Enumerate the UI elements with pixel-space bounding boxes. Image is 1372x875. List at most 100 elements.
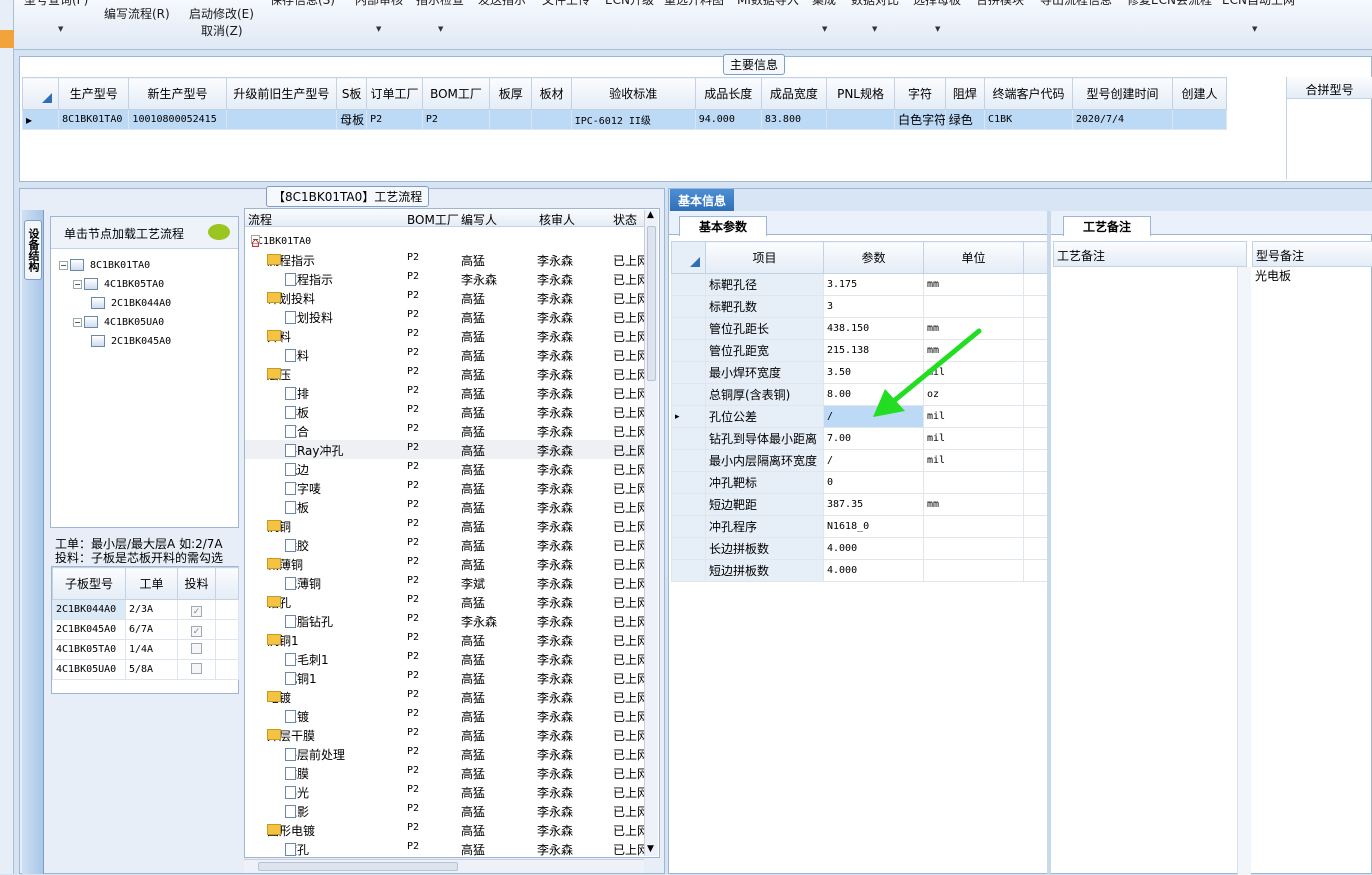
flow-row[interactable]: 打字唛 P2 高猛 李永森 已上网 bbox=[245, 478, 655, 497]
table-cell[interactable]: 83.800 bbox=[760, 109, 827, 130]
table-cell[interactable]: C1BK bbox=[984, 109, 1073, 130]
toolbar-button[interactable]: 内部审核 bbox=[355, 0, 403, 8]
flow-row[interactable]: 铣边 P2 高猛 李永森 已上网 bbox=[245, 459, 655, 478]
flow-row[interactable]: 沉铜1 P2 高猛 李永森 已上网 bbox=[245, 668, 655, 687]
dropdown-arrow-icon[interactable]: ▼ bbox=[438, 25, 443, 33]
column-header[interactable]: 成品宽度 bbox=[760, 77, 827, 110]
column-header[interactable]: BOM工厂 bbox=[421, 77, 491, 110]
dropdown-arrow-icon[interactable]: ▼ bbox=[58, 25, 63, 33]
flow-row[interactable]: −图形电镀P2高猛李永森已上网 bbox=[245, 820, 655, 839]
flow-row[interactable]: 减薄铜 P2 李斌 李永森 已上网 bbox=[245, 573, 655, 592]
table-cell[interactable]: 白色字符 bbox=[894, 109, 946, 130]
column-header[interactable]: 流程 bbox=[248, 211, 272, 228]
column-header[interactable]: 创建人 bbox=[1172, 77, 1227, 110]
table-cell[interactable]: P2 bbox=[421, 109, 491, 130]
column-header[interactable]: 新生产型号 bbox=[128, 77, 227, 110]
checked-icon[interactable]: ✓ bbox=[191, 605, 202, 617]
toolbar-button[interactable]: 重选开料图 bbox=[664, 0, 724, 8]
column-header[interactable]: 阻焊 bbox=[944, 77, 986, 110]
dropdown-arrow-icon[interactable]: ▼ bbox=[872, 25, 877, 33]
feed-checkbox[interactable]: ✓ bbox=[177, 619, 216, 640]
table-cell[interactable] bbox=[531, 109, 572, 130]
column-header[interactable]: 板厚 bbox=[489, 77, 533, 110]
column-header[interactable]: 投料 bbox=[177, 567, 216, 600]
column-header[interactable]: 生产型号 bbox=[58, 77, 130, 110]
flow-row[interactable]: 板镀 P2 高猛 李永森 已上网 bbox=[245, 706, 655, 725]
hscroll-thumb[interactable] bbox=[258, 862, 458, 871]
flow-row[interactable]: −沉铜1P2高猛李永森已上网 bbox=[245, 630, 655, 649]
flow-row[interactable]: 开料 P2 高猛 李永森 已上网 bbox=[245, 345, 655, 364]
table-cell[interactable]: 94.000 bbox=[694, 109, 762, 130]
edit-flow-button[interactable]: 编写流程(R) bbox=[104, 5, 170, 22]
sub-model-cell[interactable]: 4C1BK05UA0 bbox=[52, 659, 126, 680]
sub-order-cell[interactable]: 1/4A bbox=[125, 639, 178, 660]
flow-row[interactable]: 显影 P2 高猛 李永森 已上网 bbox=[245, 801, 655, 820]
flow-row[interactable]: 压合 P2 高猛 李永森 已上网 bbox=[245, 421, 655, 440]
tab-basic-params[interactable]: 基本参数 bbox=[679, 216, 767, 236]
flow-root-row[interactable]: − ⌂ 8C1BK01TA0 bbox=[245, 231, 655, 251]
column-header[interactable]: 状态 bbox=[613, 211, 637, 228]
toolbar-button[interactable]: 修复ECN会流程 bbox=[1127, 0, 1212, 8]
table-cell[interactable]: 10010800052415 bbox=[128, 109, 227, 130]
flow-row[interactable]: −计划投料P2高猛李永森已上网 bbox=[245, 288, 655, 307]
flow-row[interactable]: 镀孔 P2 高猛 李永森 已上网 bbox=[245, 839, 655, 857]
param-row[interactable]: 冲孔靶标 0 bbox=[671, 471, 1048, 494]
column-header[interactable]: 字符 bbox=[894, 77, 946, 110]
flow-row[interactable]: 贴膜 P2 高猛 李永森 已上网 bbox=[245, 763, 655, 782]
param-row[interactable]: 短边拼板数 4.000 bbox=[671, 559, 1048, 582]
column-header[interactable]: 验收标准 bbox=[570, 77, 696, 110]
column-header[interactable]: 工单 bbox=[125, 567, 178, 600]
param-value[interactable]: 4.000 bbox=[823, 537, 924, 560]
toolbar-button[interactable]: 文件上传 bbox=[542, 0, 590, 8]
param-value[interactable]: 387.35 bbox=[823, 493, 924, 516]
column-header[interactable]: 单位 bbox=[923, 241, 1024, 274]
flow-row[interactable]: 预排 P2 高猛 李永森 已上网 bbox=[245, 383, 655, 402]
flow-row[interactable]: 计划投料 P2 高猛 李永森 已上网 bbox=[245, 307, 655, 326]
toolbar-button[interactable]: 集成 bbox=[812, 0, 836, 8]
column-header[interactable]: 项目 bbox=[705, 241, 824, 274]
tree-node[interactable]: − 8C1BK01TA0 bbox=[59, 258, 150, 271]
param-value[interactable]: / bbox=[823, 449, 924, 472]
flow-row[interactable]: −减薄铜P2高猛李永森已上网 bbox=[245, 554, 655, 573]
table-cell[interactable] bbox=[225, 109, 338, 130]
param-value[interactable]: 0 bbox=[823, 471, 924, 494]
toolbar-button[interactable]: 数据对比 bbox=[851, 0, 899, 8]
table-cell[interactable]: 母板 bbox=[336, 109, 368, 130]
tab-basic-info[interactable]: 基本信息 bbox=[670, 189, 734, 211]
flow-row[interactable]: 曝光 P2 高猛 李永森 已上网 bbox=[245, 782, 655, 801]
scroll-thumb[interactable] bbox=[647, 226, 656, 381]
toolbar-button[interactable]: 指示检查 bbox=[416, 0, 464, 8]
flow-row[interactable]: −沉铜P2高猛李永森已上网 bbox=[245, 516, 655, 535]
param-row[interactable]: 钻孔到导体最小距离 7.00 mil bbox=[671, 427, 1048, 450]
column-header[interactable]: 板材 bbox=[531, 77, 572, 110]
feed-checkbox[interactable] bbox=[177, 659, 216, 680]
tree-node[interactable]: − 4C1BK05UA0 bbox=[73, 315, 164, 328]
sub-model-cell[interactable]: 4C1BK05TA0 bbox=[52, 639, 126, 660]
collapse-icon[interactable]: − bbox=[73, 279, 82, 289]
tree-node[interactable]: 2C1BK044A0 bbox=[91, 296, 171, 309]
param-row[interactable]: 最小内层隔离环宽度 / mil bbox=[671, 449, 1048, 472]
flow-row[interactable]: −开料P2高猛李永森已上网 bbox=[245, 326, 655, 345]
unchecked-icon[interactable] bbox=[191, 642, 202, 654]
table-row[interactable]: 2C1BK045A0 6/7A ✓ bbox=[52, 619, 239, 640]
toolbar-button[interactable]: MI数据导入 bbox=[737, 0, 799, 8]
sub-model-cell[interactable]: 2C1BK045A0 bbox=[52, 619, 126, 640]
flow-row[interactable]: 树脂钻孔 P2 李永森 李永森 已上网 bbox=[245, 611, 655, 630]
flow-row[interactable]: 烘板 P2 高猛 李永森 已上网 bbox=[245, 497, 655, 516]
toolbar-button[interactable]: 保存信息(S) bbox=[270, 0, 335, 8]
param-row[interactable]: 长边拼板数 4.000 bbox=[671, 537, 1048, 560]
flow-row[interactable]: 外层前处理 P2 高猛 李永森 已上网 bbox=[245, 744, 655, 763]
flow-row[interactable]: 流程指示 P2 李永森 李永森 已上网 bbox=[245, 269, 655, 288]
toolbar-button[interactable]: 发送指示 bbox=[478, 0, 526, 8]
feed-checkbox[interactable] bbox=[177, 639, 216, 660]
table-row[interactable]: 2C1BK044A0 2/3A ✓ bbox=[52, 599, 239, 620]
toolbar-button[interactable]: 导出流程信息 bbox=[1040, 0, 1112, 8]
scroll-up-icon[interactable]: ▲ bbox=[647, 210, 654, 220]
toolbar-button[interactable]: ECN自动上网 bbox=[1222, 0, 1295, 8]
toolbar-button[interactable]: ECN升级 bbox=[605, 0, 654, 8]
table-row[interactable]: 4C1BK05TA0 1/4A bbox=[52, 639, 239, 660]
flow-row[interactable]: X-Ray冲孔 P2 高猛 李永森 已上网 bbox=[245, 440, 655, 459]
sub-order-cell[interactable]: 6/7A bbox=[125, 619, 178, 640]
unchecked-icon[interactable] bbox=[191, 662, 202, 674]
column-header[interactable]: BOM工厂 bbox=[407, 211, 459, 228]
